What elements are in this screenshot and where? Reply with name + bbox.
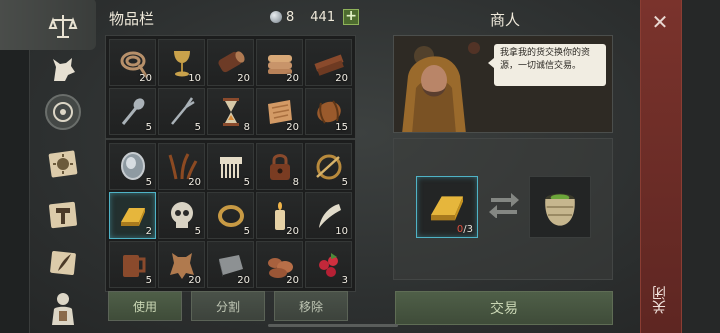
crafting-tab[interactable] bbox=[40, 193, 86, 237]
reward-slot[interactable] bbox=[529, 176, 591, 238]
merchant-speech-bubble: 我拿我的货交换你的资源，一切诚信交易。 bbox=[488, 44, 606, 86]
inventory-slot-brooch[interactable]: 5 bbox=[305, 143, 352, 190]
inventory-slot-ring[interactable]: 5 bbox=[207, 192, 254, 239]
inventory-slot-padlock[interactable]: 8 bbox=[256, 143, 303, 190]
inventory-title: 物品栏 bbox=[109, 10, 155, 28]
merchant-title: 商人 bbox=[490, 11, 521, 29]
inventory-slot-candle[interactable]: 20 bbox=[256, 192, 303, 239]
inventory-grid-bottom: 5 20 5 8 5 2 5 5 20 10 5 20 20 20 3 bbox=[105, 139, 356, 292]
wolf-tab[interactable] bbox=[40, 48, 86, 92]
gold-amount: 441 bbox=[310, 9, 336, 25]
use-button[interactable]: 使用 bbox=[108, 291, 182, 321]
inventory-slot-comb[interactable]: 5 bbox=[207, 143, 254, 190]
inventory-slot-berries[interactable]: 3 bbox=[305, 241, 352, 288]
inventory-slot-gold-bar[interactable]: 2 bbox=[109, 192, 156, 239]
remove-button[interactable]: 移除 bbox=[274, 291, 348, 321]
inventory-slot-herb[interactable]: 20 bbox=[158, 143, 205, 190]
inventory-slot-stone[interactable]: 20 bbox=[207, 241, 254, 288]
add-currency-button[interactable]: + bbox=[343, 9, 360, 25]
close-panel[interactable] bbox=[640, 0, 682, 333]
home-indicator bbox=[268, 324, 398, 327]
basket-pot-icon bbox=[545, 193, 575, 226]
inventory-slot-plank[interactable]: 20 bbox=[305, 39, 352, 86]
split-button[interactable]: 分割 bbox=[191, 291, 265, 321]
silver-coin-icon bbox=[270, 11, 282, 23]
inventory-slot-spoon[interactable]: 5 bbox=[109, 88, 156, 135]
inventory-grid-top: 20 10 20 20 20 5 5 8 20 15 bbox=[105, 35, 356, 139]
character-icon bbox=[52, 293, 74, 325]
scales-tab[interactable] bbox=[0, 0, 96, 50]
scales-icon bbox=[48, 15, 78, 38]
inventory-slot-fork[interactable]: 5 bbox=[158, 88, 205, 135]
inventory-slot-tooth[interactable]: 10 bbox=[305, 192, 352, 239]
inventory-slot-leather-roll[interactable]: 20 bbox=[256, 39, 303, 86]
compass-icon bbox=[45, 94, 81, 130]
inventory-slot-hide[interactable]: 20 bbox=[158, 241, 205, 288]
exploration-tab[interactable] bbox=[40, 90, 86, 134]
inventory-slot-log[interactable]: 20 bbox=[207, 39, 254, 86]
recipe-tab[interactable] bbox=[40, 142, 86, 186]
quill-scroll-icon bbox=[50, 251, 76, 275]
right-edge bbox=[682, 0, 720, 333]
wolf-icon bbox=[53, 58, 75, 81]
sidebar bbox=[0, 0, 98, 333]
inventory-slot-goblet[interactable]: 10 bbox=[158, 39, 205, 86]
close-label[interactable]: 关闭 bbox=[650, 286, 672, 314]
inventory-slot-mug[interactable]: 5 bbox=[109, 241, 156, 288]
inventory-slot-scroll-pelt[interactable]: 20 bbox=[256, 88, 303, 135]
inventory-slot-mushroom[interactable]: 20 bbox=[256, 241, 303, 288]
inventory-slot-hourglass[interactable]: 8 bbox=[207, 88, 254, 135]
inventory-slot-mirror[interactable]: 5 bbox=[109, 143, 156, 190]
character-tab[interactable] bbox=[40, 287, 86, 331]
offer-count: 0/3 bbox=[456, 224, 473, 235]
offer-slot[interactable]: 0/3 bbox=[416, 176, 478, 238]
inventory-slot-rope[interactable]: 20 bbox=[109, 39, 156, 86]
silver-amount: 8 bbox=[286, 9, 295, 25]
trade-button[interactable]: 交易 bbox=[395, 291, 613, 325]
hammer-map-icon bbox=[49, 201, 77, 229]
exchange-arrows-icon bbox=[489, 193, 519, 218]
scroll-tab[interactable] bbox=[40, 241, 86, 285]
recipe-book-icon bbox=[48, 150, 78, 178]
inventory-slot-barrel[interactable]: 15 bbox=[305, 88, 352, 135]
inventory-slot-skull[interactable]: 5 bbox=[158, 192, 205, 239]
currency-bar: 8 441 + bbox=[270, 9, 360, 25]
close-icon[interactable]: ✕ bbox=[648, 10, 672, 34]
